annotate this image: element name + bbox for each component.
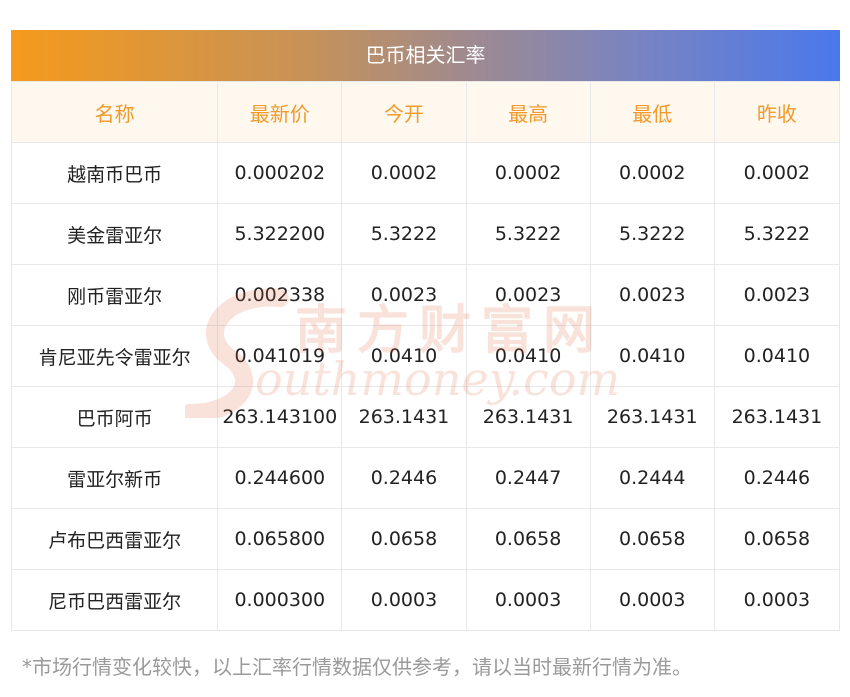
cell-prev-close: 0.0023 (713, 264, 841, 326)
cell-open: 0.0002 (341, 142, 467, 204)
cell-high: 263.1431 (465, 386, 591, 448)
table-row: 刚币雷亚尔 0.002338 0.0023 0.0023 0.0023 0.00… (10, 264, 841, 326)
cell-name: 越南币巴币 (10, 142, 219, 204)
rate-table: 名称 最新价 今开 最高 最低 昨收 越南币巴币 0.000202 0.0002… (10, 81, 841, 631)
cell-prev-close: 263.1431 (713, 386, 841, 448)
cell-prev-close: 0.0003 (713, 569, 841, 631)
cell-prev-close: 0.0410 (713, 325, 841, 387)
cell-latest: 0.041019 (217, 325, 343, 387)
cell-prev-close: 0.2446 (713, 447, 841, 509)
cell-low: 0.2444 (589, 447, 715, 509)
cell-name: 巴币阿币 (10, 386, 219, 448)
cell-open: 0.0410 (341, 325, 467, 387)
cell-high: 0.2447 (465, 447, 591, 509)
cell-name: 肯尼亚先令雷亚尔 (10, 325, 219, 387)
cell-high: 0.0023 (465, 264, 591, 326)
cell-name: 刚币雷亚尔 (10, 264, 219, 326)
table-row: 巴币阿币 263.143100 263.1431 263.1431 263.14… (10, 386, 841, 448)
cell-low: 263.1431 (589, 386, 715, 448)
cell-open: 0.0658 (341, 508, 467, 570)
cell-open: 0.0003 (341, 569, 467, 631)
table-row: 肯尼亚先令雷亚尔 0.041019 0.0410 0.0410 0.0410 0… (10, 325, 841, 387)
header-open: 今开 (341, 81, 467, 143)
cell-latest: 0.065800 (217, 508, 343, 570)
cell-high: 0.0658 (465, 508, 591, 570)
cell-low: 5.3222 (589, 203, 715, 265)
panel-title: 巴币相关汇率 (11, 30, 840, 81)
rate-panel: 巴币相关汇率 名称 最新价 今开 最高 最低 昨收 越南币巴币 0.000202… (10, 30, 841, 631)
cell-low: 0.0002 (589, 142, 715, 204)
cell-high: 0.0410 (465, 325, 591, 387)
cell-name: 卢布巴西雷亚尔 (10, 508, 219, 570)
header-latest: 最新价 (217, 81, 343, 143)
cell-latest: 0.244600 (217, 447, 343, 509)
cell-high: 5.3222 (465, 203, 591, 265)
cell-high: 0.0002 (465, 142, 591, 204)
cell-latest: 0.000202 (217, 142, 343, 204)
header-name: 名称 (10, 81, 219, 143)
cell-low: 0.0658 (589, 508, 715, 570)
table-row: 越南币巴币 0.000202 0.0002 0.0002 0.0002 0.00… (10, 142, 841, 204)
cell-name: 美金雷亚尔 (10, 203, 219, 265)
disclaimer-footnote: *市场行情变化较快，以上汇率行情数据仅供参考，请以当时最新行情为准。 (22, 655, 692, 679)
table-row: 美金雷亚尔 5.322200 5.3222 5.3222 5.3222 5.32… (10, 203, 841, 265)
cell-open: 5.3222 (341, 203, 467, 265)
cell-name: 尼币巴西雷亚尔 (10, 569, 219, 631)
cell-latest: 263.143100 (217, 386, 343, 448)
cell-prev-close: 5.3222 (713, 203, 841, 265)
cell-latest: 0.002338 (217, 264, 343, 326)
cell-open: 0.2446 (341, 447, 467, 509)
table-row: 尼币巴西雷亚尔 0.000300 0.0003 0.0003 0.0003 0.… (10, 569, 841, 631)
header-low: 最低 (589, 81, 715, 143)
table-row: 卢布巴西雷亚尔 0.065800 0.0658 0.0658 0.0658 0.… (10, 508, 841, 570)
cell-low: 0.0003 (589, 569, 715, 631)
table-row: 雷亚尔新币 0.244600 0.2446 0.2447 0.2444 0.24… (10, 447, 841, 509)
cell-prev-close: 0.0658 (713, 508, 841, 570)
cell-name: 雷亚尔新币 (10, 447, 219, 509)
cell-high: 0.0003 (465, 569, 591, 631)
cell-low: 0.0023 (589, 264, 715, 326)
cell-open: 0.0023 (341, 264, 467, 326)
cell-latest: 5.322200 (217, 203, 343, 265)
cell-open: 263.1431 (341, 386, 467, 448)
cell-prev-close: 0.0002 (713, 142, 841, 204)
table-header-row: 名称 最新价 今开 最高 最低 昨收 (10, 81, 841, 143)
cell-latest: 0.000300 (217, 569, 343, 631)
cell-low: 0.0410 (589, 325, 715, 387)
header-prev-close: 昨收 (713, 81, 841, 143)
header-high: 最高 (465, 81, 591, 143)
